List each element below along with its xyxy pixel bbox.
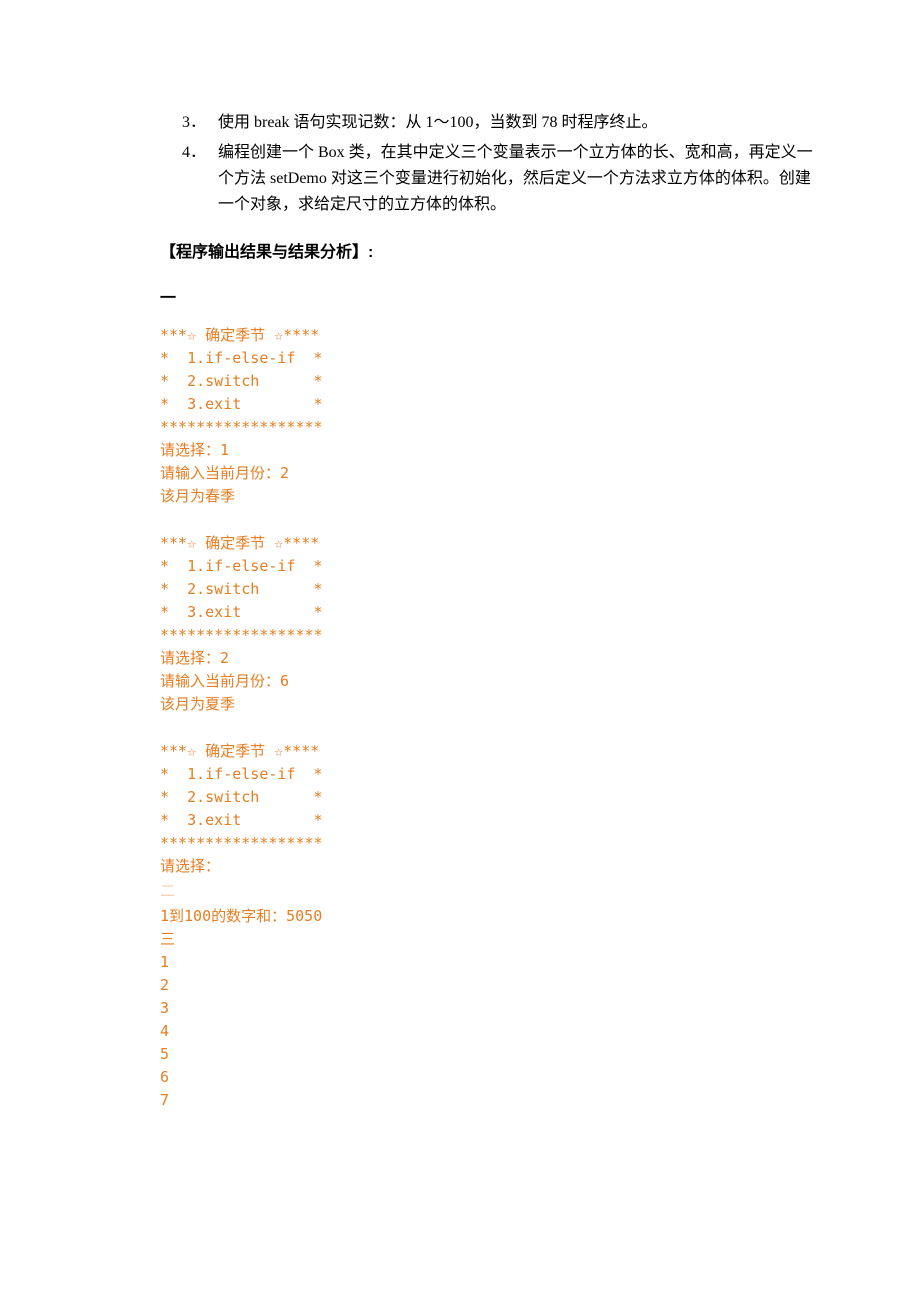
list-item: 4． 编程创建一个 Box 类，在其中定义三个变量表示一个立方体的长、宽和高，再… <box>160 140 820 218</box>
program-output-1: ***☆ 确定季节 ☆**** * 1.if-else-if * * 2.swi… <box>160 324 820 508</box>
list-item-number: 4． <box>182 140 218 218</box>
list-item-number: 3． <box>182 110 218 136</box>
document-page: 3． 使用 break 语句实现记数：从 1～100，当数到 78 时程序终止。… <box>0 0 920 1196</box>
faint-text: 二 <box>160 882 175 900</box>
list-item: 3． 使用 break 语句实现记数：从 1～100，当数到 78 时程序终止。 <box>160 110 820 136</box>
numbered-list: 3． 使用 break 语句实现记数：从 1～100，当数到 78 时程序终止。… <box>160 110 820 218</box>
program-output-3-faint: 二 <box>160 880 820 903</box>
section-heading: 【程序输出结果与结果分析】: <box>160 238 820 262</box>
list-item-text: 编程创建一个 Box 类，在其中定义三个变量表示一个立方体的长、宽和高，再定义一… <box>218 140 820 218</box>
program-output-2: ***☆ 确定季节 ☆**** * 1.if-else-if * * 2.swi… <box>160 532 820 716</box>
program-output-3a: ***☆ 确定季节 ☆**** * 1.if-else-if * * 2.swi… <box>160 740 820 878</box>
program-output-3b: 1到100的数字和：5050 三 1 2 3 4 5 6 7 <box>160 905 820 1112</box>
section-sub-label: 一 <box>160 284 820 308</box>
list-item-text: 使用 break 语句实现记数：从 1～100，当数到 78 时程序终止。 <box>218 110 820 136</box>
